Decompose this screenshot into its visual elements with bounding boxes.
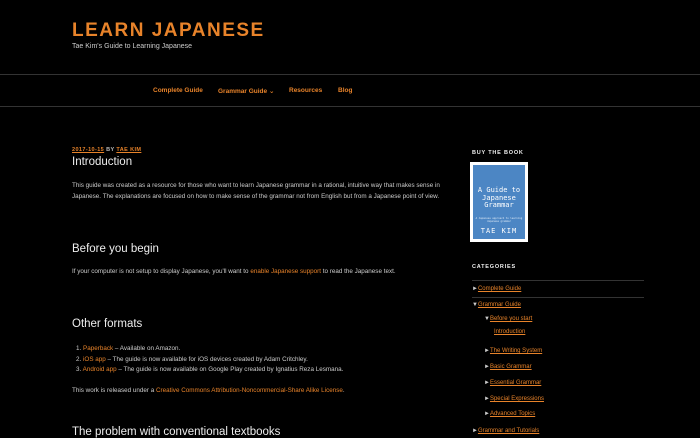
enable-japanese-support-link[interactable]: enable Japanese support	[250, 268, 321, 275]
category-essential-grammar: ►Essential Grammar	[484, 380, 541, 386]
category-complete-guide: ►Complete Guide	[472, 286, 521, 292]
formats-list: 1. Paperback – Available on Amazon. 2. i…	[76, 344, 343, 376]
list-item-text: – The guide is now available on Google P…	[116, 366, 344, 373]
category-link[interactable]: Introduction	[494, 329, 525, 335]
categories-heading: CATEGORIES	[472, 264, 516, 270]
category-link[interactable]: Grammar Guide	[478, 302, 521, 308]
book-subtitle: A Japanese approach to learning Japanese…	[475, 217, 523, 223]
post-meta: 2017-10-15 BY TAE KIM	[72, 147, 141, 153]
list-item-text: – Available on Amazon.	[113, 345, 181, 352]
category-introduction: Introduction	[494, 329, 525, 335]
android-app-link[interactable]: Android app	[83, 366, 117, 373]
book-author: TAE KIM	[480, 227, 518, 235]
book-cover: A Guide to Japanese Grammar A Japanese a…	[473, 165, 525, 239]
before-paragraph: If your computer is not setup to display…	[72, 267, 444, 278]
category-grammar-tutorials: ►Grammar and Tutorials	[472, 428, 539, 434]
nav-blog[interactable]: Blog	[338, 87, 352, 94]
list-number: 3.	[76, 366, 82, 373]
category-link[interactable]: Complete Guide	[478, 286, 521, 292]
list-number: 2.	[76, 355, 82, 363]
category-link[interactable]: Advanced Topics	[490, 411, 535, 417]
nav-complete-guide[interactable]: Complete Guide	[153, 87, 203, 94]
paperback-link[interactable]: Paperback	[83, 345, 113, 352]
site-header: LEARN JAPANESE Tae Kim's Guide to Learni…	[0, 0, 700, 75]
license-end: .	[342, 387, 345, 394]
post-author[interactable]: TAE KIM	[116, 147, 141, 153]
ios-app-link[interactable]: iOS app	[83, 356, 106, 363]
heading-problem-textbooks: The problem with conventional textbooks	[72, 426, 281, 438]
license-text: This work is released under a	[72, 387, 156, 394]
heading-before-you-begin: Before you begin	[72, 243, 159, 255]
post-by: BY	[106, 147, 115, 153]
category-grammar-guide: ▼Grammar Guide	[472, 302, 521, 308]
list-item: 3. Android app – The guide is now availa…	[76, 365, 343, 376]
site-title[interactable]: LEARN JAPANESE	[72, 20, 265, 42]
chevron-down-icon: ⌄	[268, 88, 275, 95]
category-basic-grammar: ►Basic Grammar	[484, 364, 532, 370]
book-title: A Guide to Japanese Grammar	[477, 186, 521, 209]
category-divider	[472, 280, 644, 281]
heading-other-formats: Other formats	[72, 318, 143, 330]
category-link[interactable]: Before you start	[490, 316, 532, 322]
list-item-text: – The guide is now available for iOS dev…	[105, 355, 308, 363]
before-text-2: to read the Japanese text.	[321, 268, 396, 275]
list-item: 1. Paperback – Available on Amazon.	[76, 344, 343, 355]
license-paragraph: This work is released under a Creative C…	[72, 386, 444, 397]
category-link[interactable]: Special Expressions	[490, 396, 544, 402]
category-link[interactable]: Basic Grammar	[490, 364, 532, 370]
category-advanced-topics: ►Advanced Topics	[484, 411, 535, 417]
list-number: 1.	[76, 345, 82, 352]
before-text-1: If your computer is not setup to display…	[72, 268, 251, 275]
category-writing-system: ►The Writing System	[484, 348, 542, 354]
nav-resources[interactable]: Resources	[289, 87, 322, 94]
category-before-you-start: ▼Before you start	[484, 316, 532, 322]
site-description: Tae Kim's Guide to Learning Japanese	[72, 43, 193, 50]
post-title: Introduction	[72, 156, 133, 168]
book-cover-link[interactable]: A Guide to Japanese Grammar A Japanese a…	[470, 162, 528, 242]
post-date[interactable]: 2017-10-15	[72, 147, 104, 153]
buy-the-book-heading: BUY THE BOOK	[472, 150, 524, 156]
license-link[interactable]: Creative Commons Attribution-Noncommerci…	[156, 387, 343, 394]
category-divider	[472, 297, 644, 298]
nav-grammar-guide[interactable]: Grammar Guide ⌄	[218, 87, 274, 95]
category-link[interactable]: Grammar and Tutorials	[478, 428, 539, 434]
list-item: 2. iOS app – The guide is now available …	[76, 355, 343, 366]
nav-grammar-guide-label: Grammar Guide	[218, 88, 268, 95]
category-special-expressions: ►Special Expressions	[484, 396, 544, 402]
intro-paragraph: This guide was created as a resource for…	[72, 182, 440, 200]
category-link[interactable]: Essential Grammar	[490, 380, 541, 386]
category-link[interactable]: The Writing System	[490, 348, 542, 354]
main-navigation: Complete Guide Grammar Guide ⌄ Resources…	[0, 75, 700, 107]
